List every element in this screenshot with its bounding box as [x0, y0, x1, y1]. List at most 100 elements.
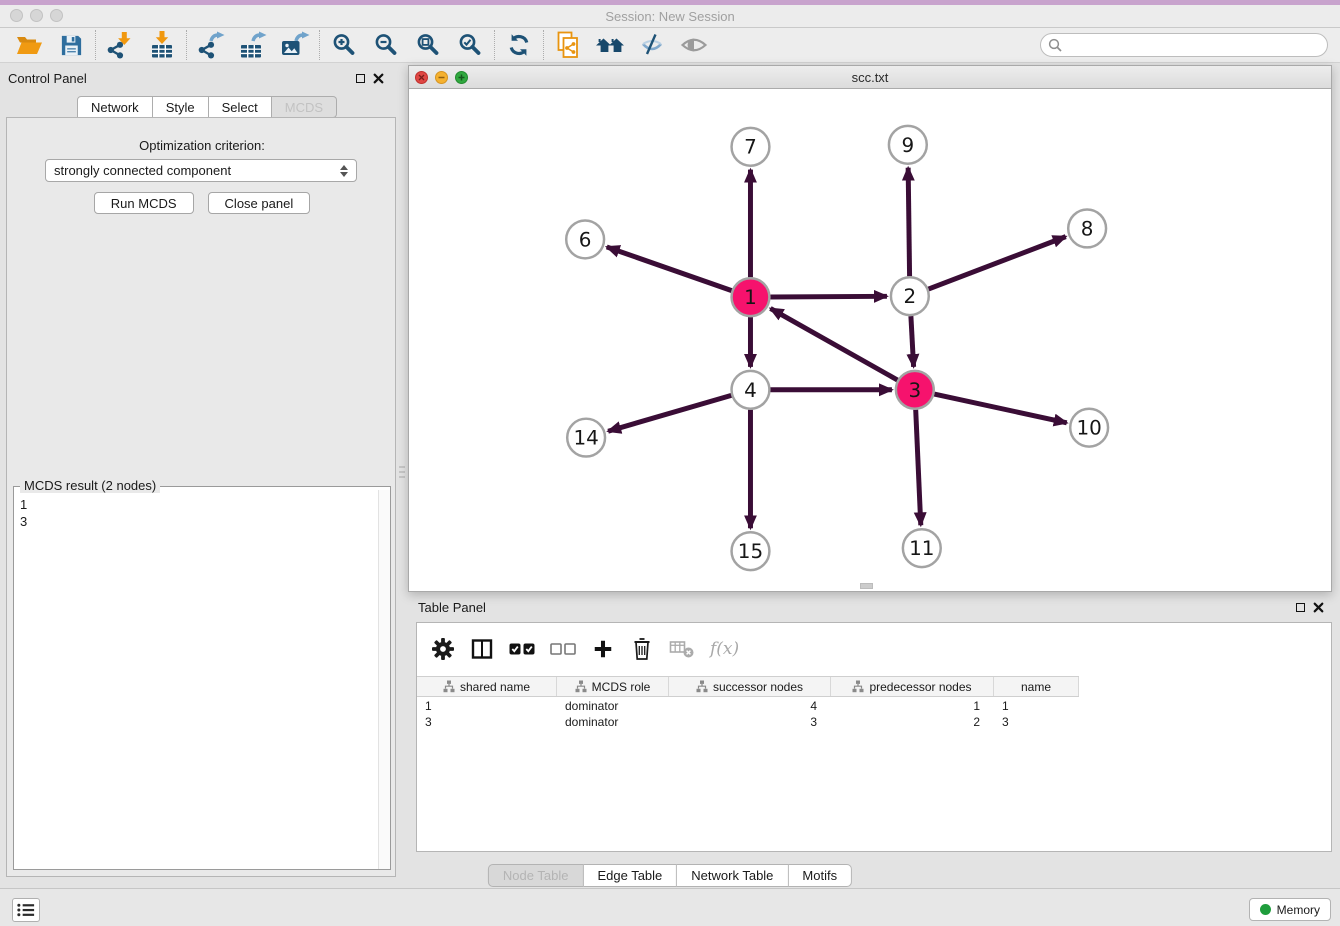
cell-name[interactable]: 1: [994, 698, 1079, 714]
edge-3-10[interactable]: [934, 394, 1066, 423]
edge-2-8[interactable]: [928, 237, 1065, 289]
column-header-name[interactable]: name: [994, 677, 1079, 696]
tab-style[interactable]: Style: [153, 96, 209, 118]
import-table-button[interactable]: [141, 29, 183, 61]
select-all-button[interactable]: [509, 635, 535, 663]
table-panel-float-icon[interactable]: [1296, 603, 1305, 612]
optimization-criterion-select[interactable]: strongly connected component: [45, 159, 357, 182]
fx-icon: f(x): [710, 639, 739, 659]
tab-edge-table[interactable]: Edge Table: [583, 864, 677, 887]
cell-shared-name[interactable]: 3: [417, 714, 557, 730]
delete-column-button[interactable]: [630, 635, 654, 663]
cell-successor-nodes[interactable]: 3: [669, 714, 831, 730]
task-history-button[interactable]: [12, 898, 40, 922]
control-panel-float-icon[interactable]: [356, 74, 365, 83]
refresh-icon: [506, 32, 532, 58]
zoom-out-button[interactable]: [365, 29, 407, 61]
optimization-criterion-label: Optimization criterion:: [7, 138, 397, 153]
column-header-shared-name[interactable]: shared name: [417, 677, 557, 696]
refresh-button[interactable]: [498, 29, 540, 61]
tab-node-table[interactable]: Node Table: [488, 864, 584, 887]
network-view-window: scc.txt 7968124314101511: [408, 65, 1332, 592]
application-window: Session: New Session: [0, 0, 1340, 926]
table-settings-button[interactable]: [431, 635, 455, 663]
export-table-button[interactable]: [232, 29, 274, 61]
cell-mcds-role[interactable]: dominator: [557, 714, 669, 730]
tab-select[interactable]: Select: [209, 96, 272, 118]
add-column-button[interactable]: [591, 635, 615, 663]
status-bar: Memory: [0, 888, 1340, 926]
run-mcds-button[interactable]: Run MCDS: [94, 192, 194, 214]
import-network-button[interactable]: [99, 29, 141, 61]
table-columns-button[interactable]: [470, 635, 494, 663]
cell-mcds-role[interactable]: dominator: [557, 698, 669, 714]
table-row[interactable]: 3 dominator 3 2 3: [417, 714, 1079, 730]
cell-name[interactable]: 3: [994, 714, 1079, 730]
list-icon: [16, 902, 36, 918]
edge-1-6[interactable]: [607, 247, 732, 291]
control-panel-close-icon[interactable]: [373, 73, 384, 84]
network-document-button[interactable]: [547, 29, 589, 61]
search-box[interactable]: [1040, 33, 1328, 57]
edge-2-3[interactable]: [911, 316, 914, 367]
show-graphics-button[interactable]: [673, 29, 715, 61]
save-session-button[interactable]: [50, 29, 92, 61]
column-header-successor-nodes[interactable]: successor nodes: [669, 677, 831, 696]
deselect-all-icon: [550, 642, 576, 656]
network-document-icon: [555, 31, 581, 59]
open-session-button[interactable]: [8, 29, 50, 61]
table-row[interactable]: 1 dominator 4 1 1: [417, 698, 1079, 714]
result-scrollbar[interactable]: [378, 490, 390, 869]
zoom-in-icon: [331, 32, 357, 58]
tab-mcds[interactable]: MCDS: [272, 96, 337, 118]
zoom-selected-button[interactable]: [449, 29, 491, 61]
deselect-all-button[interactable]: [550, 635, 576, 663]
cell-predecessor-nodes[interactable]: 2: [831, 714, 994, 730]
export-network-icon: [197, 31, 225, 59]
export-image-icon: [280, 31, 310, 59]
control-panel-title: Control Panel: [8, 71, 87, 86]
tab-network[interactable]: Network: [77, 96, 153, 118]
edge-1-2[interactable]: [770, 296, 887, 297]
edge-4-14[interactable]: [608, 395, 731, 431]
trash-icon: [631, 636, 653, 662]
node-label-10: 10: [1076, 417, 1101, 440]
cell-successor-nodes[interactable]: 4: [669, 698, 831, 714]
table-toolbar: f(x): [417, 623, 1331, 675]
home-button[interactable]: [589, 29, 631, 61]
export-network-button[interactable]: [190, 29, 232, 61]
network-splitter-handle[interactable]: [860, 583, 873, 589]
toolbar-separator: [95, 30, 96, 60]
search-input[interactable]: [1067, 36, 1327, 54]
hide-graphics-button[interactable]: [631, 29, 673, 61]
table-panel-close-icon[interactable]: [1313, 602, 1324, 613]
edge-2-9[interactable]: [908, 168, 909, 277]
tab-motifs[interactable]: Motifs: [788, 864, 852, 887]
save-icon: [59, 33, 84, 58]
tree-icon: [443, 680, 455, 693]
function-builder-button[interactable]: f(x): [710, 635, 739, 663]
zoom-fit-button[interactable]: [407, 29, 449, 61]
cell-shared-name[interactable]: 1: [417, 698, 557, 714]
node-label-1: 1: [744, 286, 757, 309]
column-header-predecessor-nodes[interactable]: predecessor nodes: [831, 677, 994, 696]
hide-graphics-icon: [639, 32, 665, 58]
network-window-titlebar[interactable]: scc.txt: [409, 66, 1331, 89]
export-image-button[interactable]: [274, 29, 316, 61]
cell-predecessor-nodes[interactable]: 1: [831, 698, 994, 714]
tree-icon: [852, 680, 864, 693]
node-label-4: 4: [744, 379, 757, 402]
close-panel-button[interactable]: Close panel: [208, 192, 311, 214]
edge-3-1[interactable]: [770, 308, 897, 380]
panel-splitter-handle[interactable]: [399, 455, 405, 489]
delete-table-button[interactable]: [669, 635, 695, 663]
memory-button[interactable]: Memory: [1249, 898, 1331, 921]
toolbar-separator: [494, 30, 495, 60]
column-header-mcds-role[interactable]: MCDS role: [557, 677, 669, 696]
eye-icon: [680, 33, 708, 57]
network-window-title: scc.txt: [409, 70, 1331, 85]
tab-network-table[interactable]: Network Table: [677, 864, 788, 887]
edge-3-11[interactable]: [916, 410, 921, 526]
network-canvas[interactable]: 7968124314101511: [409, 89, 1331, 591]
zoom-in-button[interactable]: [323, 29, 365, 61]
